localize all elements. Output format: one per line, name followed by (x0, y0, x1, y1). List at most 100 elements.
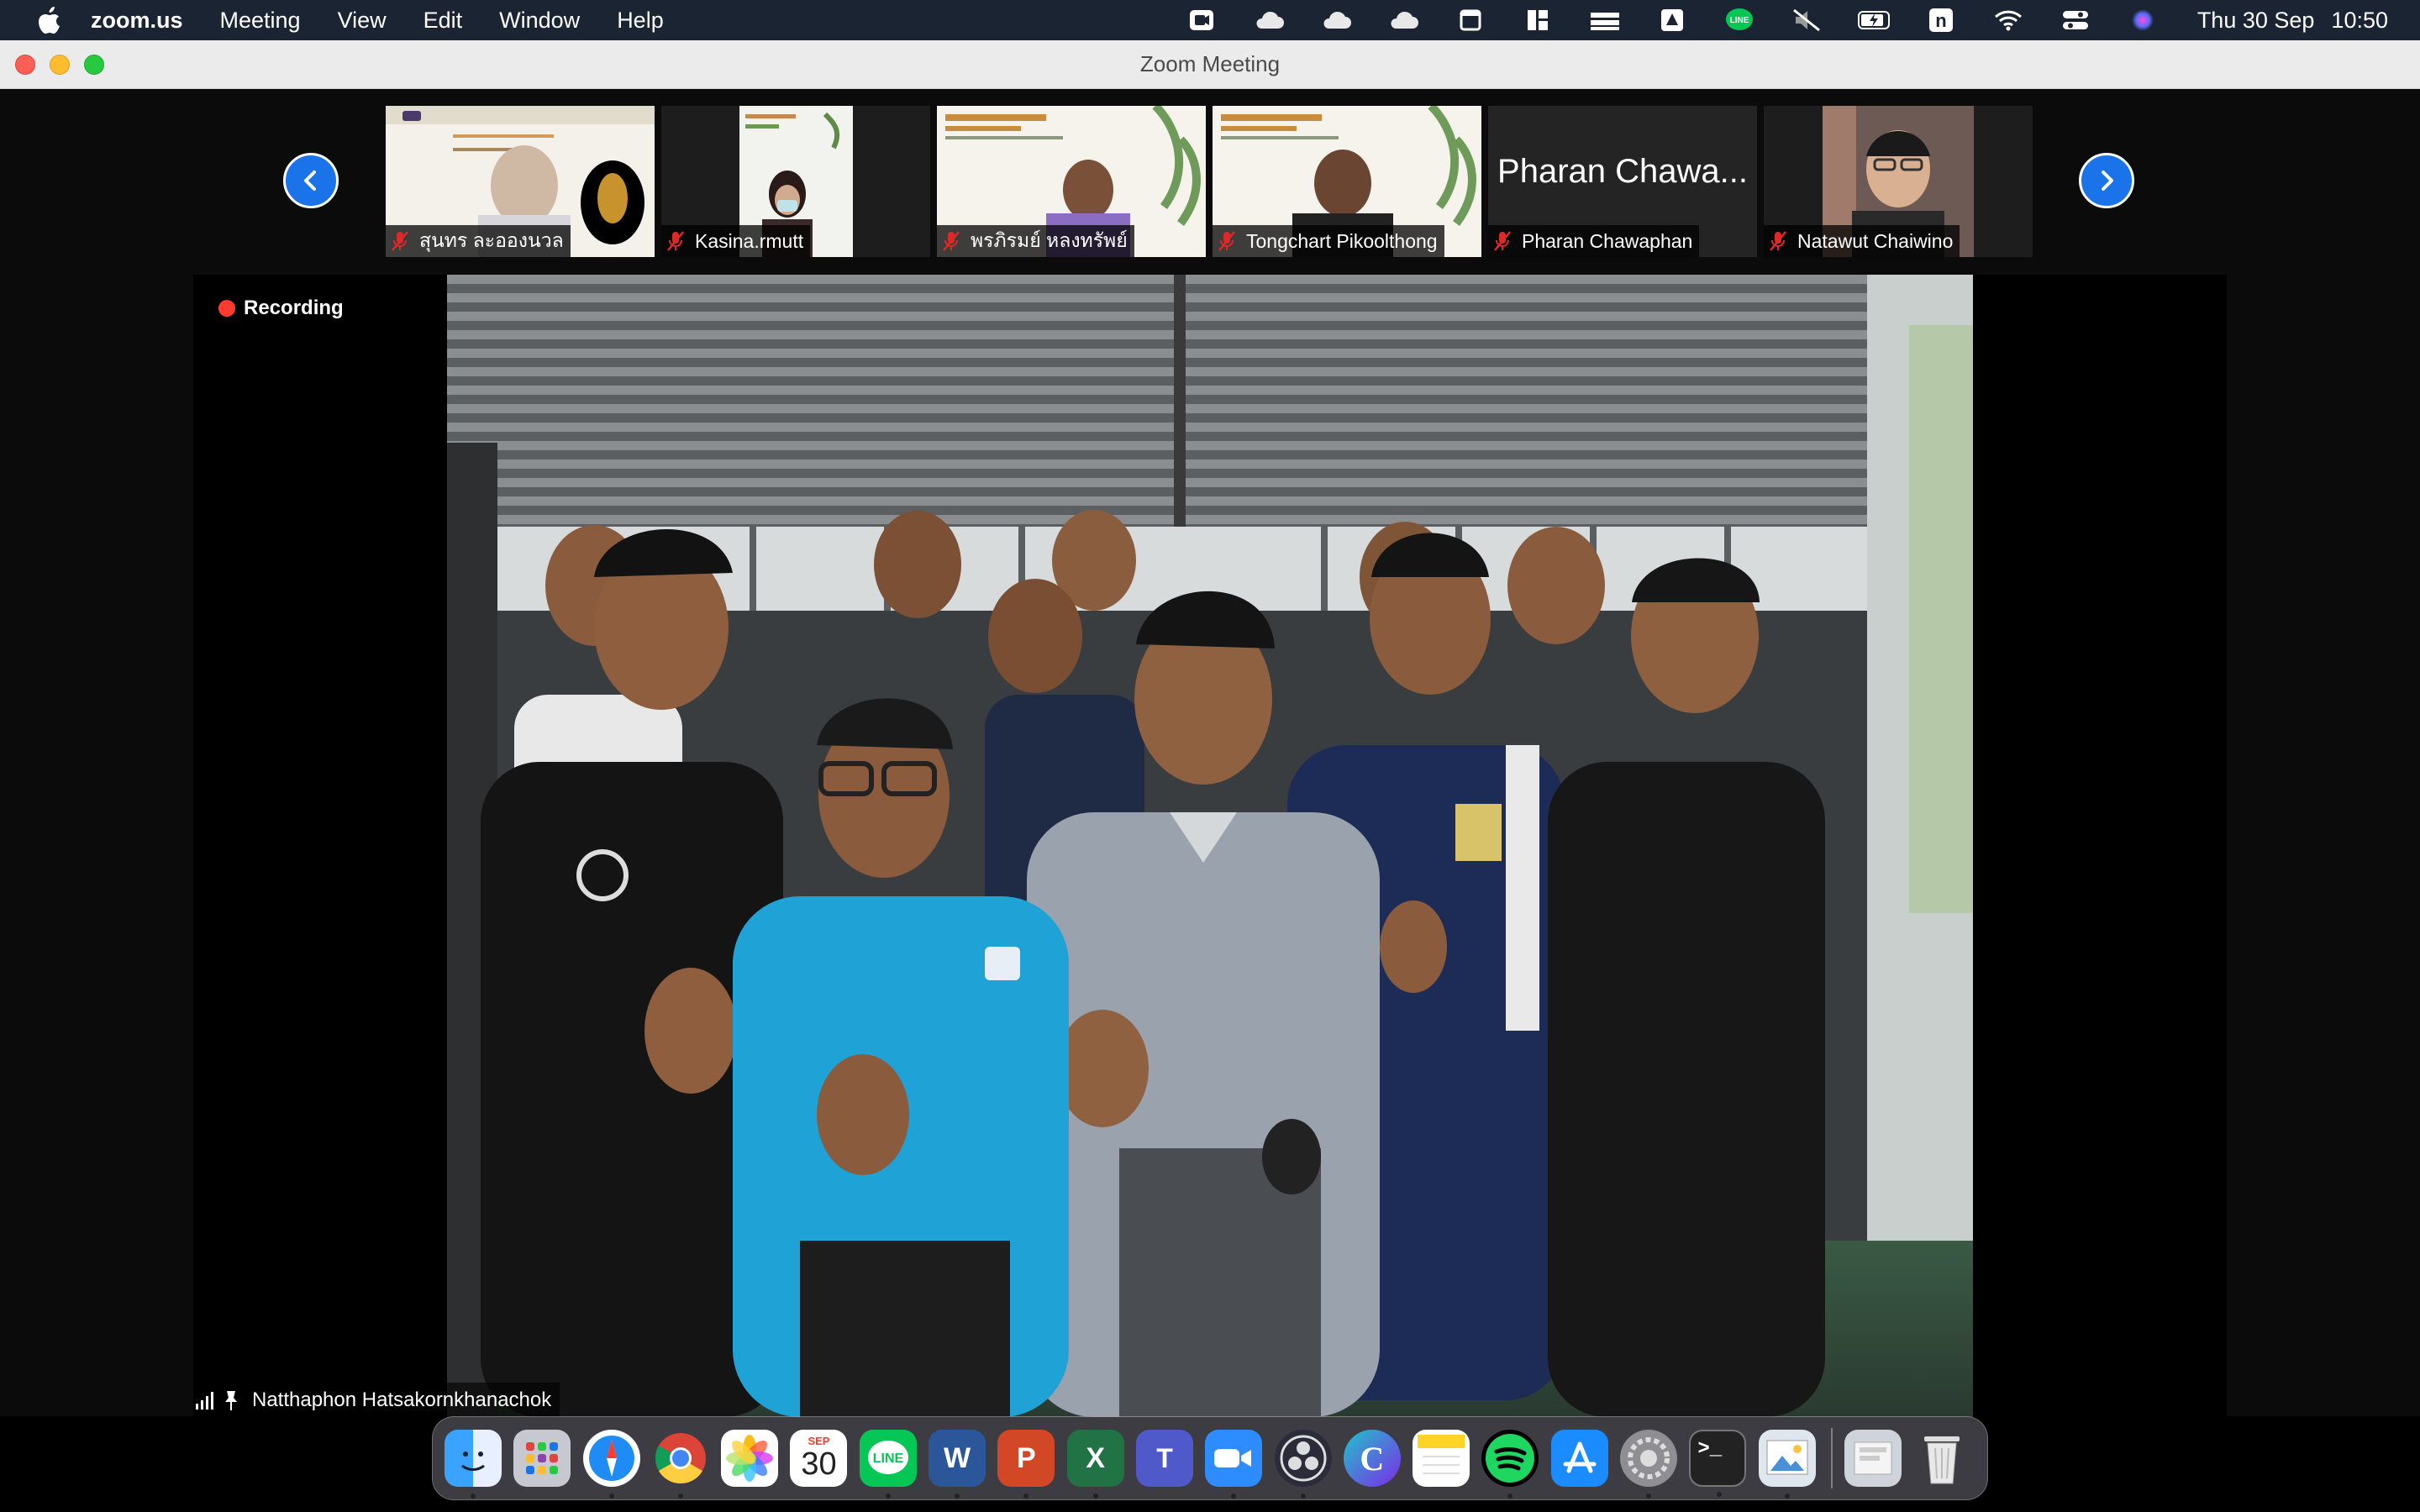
clock-time: 10:50 (2331, 7, 2388, 33)
system-preferences-icon[interactable] (1620, 1430, 1678, 1499)
svg-text:LINE: LINE (873, 1452, 904, 1466)
excel-icon[interactable]: X (1066, 1430, 1124, 1499)
participant-name: Pharan Chawaphan (1522, 229, 1693, 252)
spotify-icon[interactable] (1481, 1430, 1539, 1499)
n-icon[interactable]: n (1925, 7, 1957, 34)
group-photo-video (447, 275, 1973, 1417)
finder-icon[interactable] (445, 1430, 502, 1499)
participant-name-label: Pharan Chawaphan (1488, 225, 1700, 257)
siri-icon[interactable] (2127, 7, 2159, 34)
calendar-icon[interactable]: SEP 30 (790, 1430, 848, 1487)
speaker-video (447, 275, 1973, 1417)
zoom-icon[interactable] (1205, 1430, 1263, 1499)
participant-name: พรภิรมย์ หลงทรัพย์ (971, 229, 1128, 251)
line-app-icon[interactable]: LINE (859, 1430, 917, 1499)
dock: SEP 30 LINE W P X T C >_ (432, 1416, 1988, 1500)
dock-separator (1830, 1428, 1833, 1488)
terminal-icon[interactable]: >_ (1689, 1430, 1747, 1497)
participant-name: Tongchart Pikoolthong (1246, 229, 1438, 252)
menu-window[interactable]: Window (499, 8, 580, 34)
participant-tile[interactable]: สุนทร ละอองนวล (386, 106, 655, 257)
speaker-name: Natthaphon Hatsakornkhanachok (252, 1389, 552, 1411)
participant-display-name: Pharan Chawa... (1497, 153, 1748, 190)
canva-icon[interactable]: C (1343, 1430, 1401, 1487)
next-page-button[interactable] (2079, 153, 2134, 208)
cloud-icon[interactable] (1320, 7, 1352, 34)
word-icon[interactable]: W (929, 1430, 986, 1499)
battery-icon[interactable] (1857, 7, 1890, 34)
recording-dot-icon (218, 300, 235, 317)
chevron-right-icon (2102, 171, 2113, 191)
participant-name-label: สุนทร ละอองนวล (386, 225, 571, 257)
drive-icon[interactable] (1656, 7, 1688, 34)
participant-name-label: Tongchart Pikoolthong (1213, 225, 1444, 257)
participant-name: Kasina.rmutt (695, 229, 804, 252)
trash-icon[interactable] (1913, 1430, 1970, 1487)
participant-tile[interactable]: Natawut Chaiwino (1764, 106, 2033, 257)
participant-tile[interactable]: Kasina.rmutt (661, 106, 930, 257)
participant-strip: สุนทร ละอองนวล Kasina.rmutt พรภิรมย์ หลง… (0, 106, 2420, 259)
menu-help[interactable]: Help (617, 8, 664, 34)
signal-bars-icon (196, 1392, 213, 1410)
grid-icon[interactable] (1522, 7, 1554, 34)
participant-name: สุนทร ละอองนวล (419, 229, 564, 251)
safari-icon[interactable] (582, 1430, 640, 1499)
stack-icon[interactable] (1589, 7, 1621, 34)
photos-icon[interactable] (721, 1430, 779, 1487)
muted-mic-icon (667, 231, 684, 251)
cloud-icon[interactable] (1387, 7, 1419, 34)
calendar-month: SEP (808, 1435, 830, 1447)
zoom-button[interactable] (84, 55, 104, 75)
minimize-button[interactable] (50, 55, 70, 75)
window-title-bar: Zoom Meeting (0, 40, 2420, 89)
muted-mic-icon (1218, 231, 1235, 251)
participant-tile[interactable]: พรภิรมย์ หลงทรัพย์ (937, 106, 1206, 257)
svg-text:n: n (1935, 10, 1946, 31)
muted-mic-icon (1494, 231, 1511, 251)
apple-icon[interactable] (32, 3, 66, 37)
camera-icon[interactable] (1186, 7, 1218, 34)
window-icon[interactable] (1455, 7, 1486, 34)
notes-icon[interactable] (1413, 1430, 1470, 1487)
muted-mic-icon (1770, 231, 1786, 251)
muted-mic-icon (392, 231, 408, 251)
recording-label: Recording (244, 297, 344, 319)
participant-name-label: พรภิรมย์ หลงทรัพย์ (937, 225, 1134, 257)
participant-name: Natawut Chaiwino (1797, 229, 1954, 252)
status-area: LINE n Thu 30 Sep 10:50 (1186, 0, 2420, 40)
meeting-area: สุนทร ละอองนวล Kasina.rmutt พรภิรมย์ หลง… (0, 89, 2420, 1418)
mute-icon[interactable] (1791, 7, 1823, 34)
participant-name-label: Kasina.rmutt (661, 225, 811, 257)
cloud-icon[interactable] (1253, 7, 1285, 34)
previous-page-button[interactable] (283, 153, 339, 208)
chrome-icon[interactable] (652, 1430, 709, 1499)
speaker-name-label: Natthaphon Hatsakornkhanachok (193, 1383, 560, 1418)
control-center-icon[interactable] (2060, 7, 2091, 34)
muted-mic-icon (943, 231, 960, 251)
close-button[interactable] (15, 55, 35, 75)
menu-meeting[interactable]: Meeting (220, 8, 301, 34)
menu-app-name[interactable]: zoom.us (91, 8, 183, 34)
preview-icon[interactable] (1758, 1430, 1816, 1499)
obs-icon[interactable] (1274, 1430, 1332, 1499)
app-store-icon[interactable] (1550, 1430, 1608, 1487)
chevron-left-icon (304, 171, 316, 191)
participant-tile[interactable]: Tongchart Pikoolthong (1213, 106, 1481, 257)
speaker-stage[interactable]: Recording (193, 275, 2227, 1417)
clock[interactable]: Thu 30 Sep 10:50 (2197, 8, 2388, 34)
launchpad-icon[interactable] (513, 1430, 571, 1487)
calendar-day: 30 (801, 1446, 837, 1482)
teams-icon[interactable]: T (1135, 1430, 1193, 1487)
window-controls (15, 55, 104, 75)
menu-view[interactable]: View (338, 8, 387, 34)
recording-indicator: Recording (218, 297, 344, 320)
downloads-folder-icon[interactable] (1844, 1430, 1902, 1487)
clock-date: Thu 30 Sep (2196, 7, 2315, 33)
line-icon[interactable]: LINE (1723, 7, 1755, 34)
wifi-icon[interactable] (1992, 7, 2024, 34)
menu-edit[interactable]: Edit (424, 8, 463, 34)
menu-bar: zoom.us Meeting View Edit Window Help LI… (0, 0, 2420, 40)
participant-tile[interactable]: Pharan Chawa... Pharan Chawaphan (1488, 106, 1757, 257)
powerpoint-icon[interactable]: P (997, 1430, 1055, 1499)
participant-name-label: Natawut Chaiwino (1764, 225, 1960, 257)
